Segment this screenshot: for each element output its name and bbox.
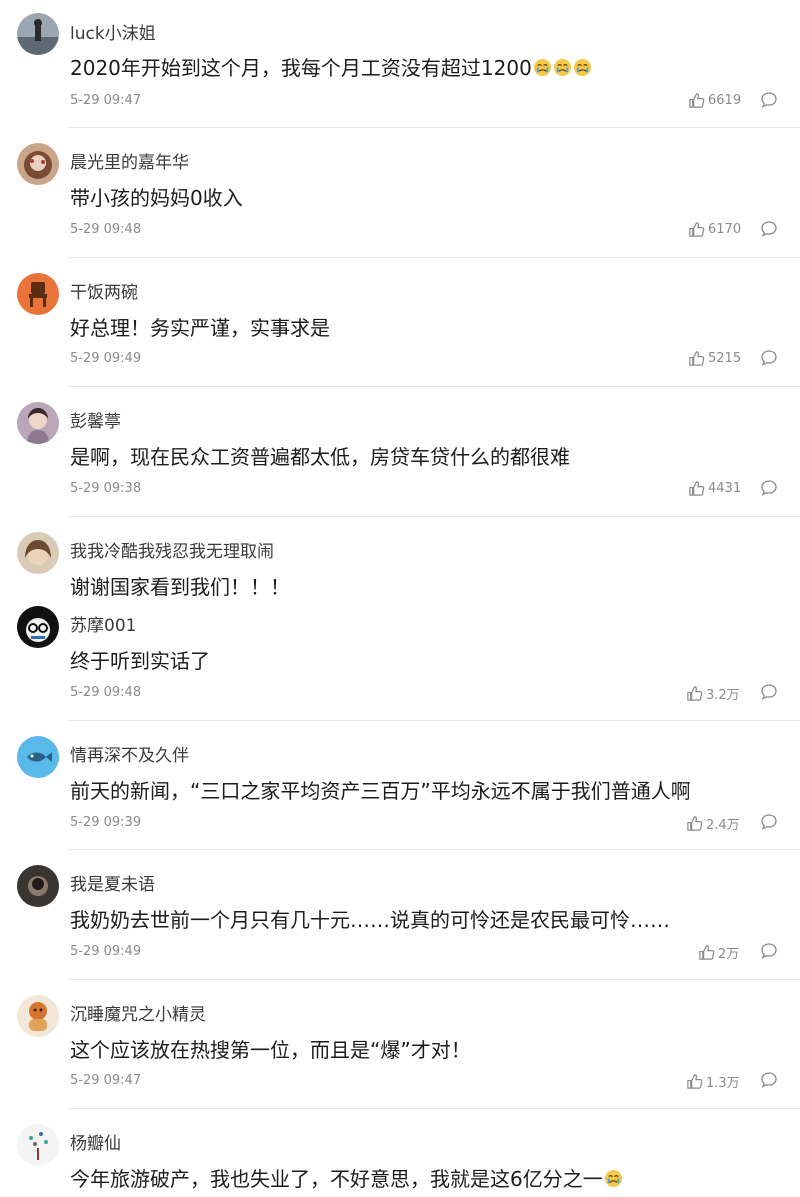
like-count: 6619 — [708, 93, 742, 108]
comment-list: luck小沫姐 2020年开始到这个月，我每个月工资没有超过1200 5-29 … — [0, 0, 800, 1197]
thumbs-up-icon — [689, 222, 705, 237]
comment-time: 5-29 09:48 — [70, 685, 142, 700]
divider — [68, 257, 800, 258]
comment-bubble-icon[interactable] — [760, 942, 778, 960]
comment-bubble-icon[interactable] — [760, 349, 778, 367]
crying-face-emoji-icon — [603, 1167, 623, 1191]
thumbs-up-icon — [689, 93, 705, 108]
like-button[interactable]: 2.4万 — [686, 814, 740, 833]
thumbs-up-icon — [687, 816, 703, 831]
divider — [68, 979, 800, 980]
comment-text: 2020年开始到这个月，我每个月工资没有超过1200 — [70, 52, 592, 81]
like-button[interactable]: 2万 — [698, 943, 739, 962]
comment-bubble-icon[interactable] — [760, 1071, 778, 1089]
like-button[interactable]: 6619 — [688, 92, 741, 109]
user-avatar[interactable] — [17, 532, 59, 574]
crying-face-emoji-icon — [532, 56, 592, 80]
user-avatar[interactable] — [17, 1124, 59, 1166]
username[interactable]: 苏摩001 — [70, 611, 136, 636]
thumbs-up-icon — [687, 1074, 703, 1089]
like-count: 4431 — [708, 481, 742, 496]
comment-bubble-icon[interactable] — [760, 683, 778, 701]
like-button[interactable]: 3.2万 — [686, 684, 740, 703]
thumbs-up-icon — [689, 351, 705, 366]
username[interactable]: 情再深不及久伴 — [70, 741, 189, 766]
like-count: 2.4万 — [706, 818, 740, 833]
divider — [68, 849, 800, 850]
like-button[interactable]: 4431 — [688, 480, 741, 497]
username[interactable]: 彭馨葶 — [70, 407, 121, 432]
user-avatar[interactable] — [17, 995, 59, 1037]
comment-bubble-icon[interactable] — [760, 813, 778, 831]
comment-bubble-icon[interactable] — [760, 479, 778, 497]
comment-bubble-icon[interactable] — [760, 220, 778, 238]
like-button[interactable]: 5215 — [688, 350, 741, 367]
username[interactable]: luck小沫姐 — [70, 19, 156, 44]
thumbs-up-icon — [689, 481, 705, 496]
divider — [68, 386, 800, 387]
comment-bubble-icon[interactable] — [760, 91, 778, 109]
comment-text: 前天的新闻，“三口之家平均资产三百万”平均永远不属于我们普通人啊 — [70, 779, 691, 803]
like-button[interactable]: 1.3万 — [686, 1072, 740, 1091]
like-count: 5215 — [708, 351, 742, 366]
comment-time: 5-29 09:48 — [70, 222, 142, 237]
comment-time: 5-29 09:38 — [70, 481, 142, 496]
comment-text: 我奶奶去世前一个月只有几十元……说真的可怜还是农民最可怜…… — [70, 908, 670, 932]
comment-text: 今年旅游破产，我也失业了，不好意思，我就是这6亿分之一 — [70, 1163, 623, 1192]
thumbs-up-icon — [699, 945, 715, 960]
user-avatar[interactable] — [17, 273, 59, 315]
comment-text: 这个应该放在热搜第一位，而且是“爆”才对！ — [70, 1038, 471, 1062]
username[interactable]: 晨光里的嘉年华 — [70, 148, 189, 173]
divider — [68, 127, 800, 128]
comment-time: 5-29 09:39 — [70, 815, 142, 830]
user-avatar[interactable] — [17, 143, 59, 185]
comment-text: 谢谢国家看到我们！！！ — [70, 575, 290, 599]
divider — [68, 720, 800, 721]
like-count: 2万 — [718, 947, 740, 962]
username[interactable]: 杨瓣仙 — [70, 1129, 121, 1154]
username[interactable]: 我是夏未语 — [70, 870, 155, 895]
user-avatar[interactable] — [17, 865, 59, 907]
comment-time: 5-29 09:49 — [70, 351, 142, 366]
comment-time: 5-29 09:47 — [70, 93, 142, 108]
divider — [68, 1108, 800, 1109]
username[interactable]: 沉睡魔咒之小精灵 — [70, 1000, 206, 1025]
thumbs-up-icon — [687, 686, 703, 701]
comment-time: 5-29 09:47 — [70, 1073, 142, 1088]
comment-text: 是啊，现在民众工资普遍都太低，房贷车贷什么的都很难 — [70, 445, 570, 469]
user-avatar[interactable] — [17, 606, 59, 648]
comment-text: 终于听到实话了 — [70, 649, 210, 673]
like-count: 1.3万 — [706, 1076, 740, 1091]
user-avatar[interactable] — [17, 402, 59, 444]
like-count: 6170 — [708, 222, 742, 237]
comment-text: 好总理！务实严谨，实事求是 — [70, 316, 330, 340]
username[interactable]: 干饭两碗 — [70, 278, 138, 303]
user-avatar[interactable] — [17, 736, 59, 778]
comment-time: 5-29 09:49 — [70, 944, 142, 959]
like-count: 3.2万 — [706, 688, 740, 703]
username[interactable]: 我我冷酷我残忍我无理取闹 — [70, 537, 274, 562]
like-button[interactable]: 6170 — [688, 221, 741, 238]
comment-text: 带小孩的妈妈0收入 — [70, 186, 243, 210]
divider — [68, 516, 800, 517]
user-avatar[interactable] — [17, 13, 59, 55]
